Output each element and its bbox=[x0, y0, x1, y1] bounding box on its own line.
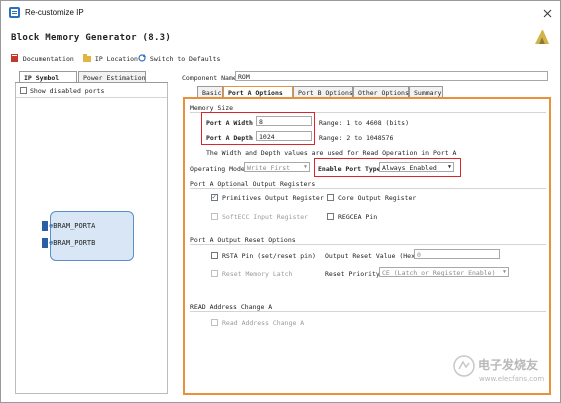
reset-priority-select[interactable]: CE (Latch or Register Enable) ▼ bbox=[379, 267, 509, 277]
output-reset-value-label: Output Reset Value (Hex) bbox=[325, 252, 419, 260]
regcea-pin-checkbox[interactable] bbox=[327, 213, 334, 220]
tab-other-options[interactable]: Other Options bbox=[353, 86, 409, 97]
read-address-change-checkbox[interactable] bbox=[211, 319, 218, 326]
rsta-pin-checkbox[interactable] bbox=[211, 252, 218, 259]
core-output-register-checkbox[interactable] bbox=[327, 194, 334, 201]
watermark: 电子发烧友 www.elecfans.com bbox=[453, 353, 553, 389]
chevron-down-icon: ▼ bbox=[303, 164, 307, 170]
softecc-input-register-label: SoftECC Input Register bbox=[222, 213, 309, 221]
port-a-label[interactable]: ⊕BRAM_PORTA bbox=[49, 222, 95, 230]
core-output-register-label: Core Output Register bbox=[338, 194, 417, 202]
operating-mode-select[interactable]: Write First ▼ bbox=[244, 162, 310, 172]
show-disabled-checkbox[interactable] bbox=[20, 87, 27, 94]
page-title: Block Memory Generator (8.3) bbox=[11, 33, 172, 43]
component-name-input[interactable]: ROM bbox=[235, 71, 548, 81]
operating-mode-label: Operating Mode bbox=[190, 165, 245, 173]
folder-icon bbox=[83, 54, 91, 62]
divider bbox=[190, 188, 546, 189]
memory-size-title: Memory Size bbox=[190, 104, 234, 112]
component-name-label: Component Name bbox=[182, 74, 237, 82]
port-b-bus-marker bbox=[42, 238, 48, 248]
chevron-down-icon: ▼ bbox=[502, 269, 506, 275]
read-address-change-label: Read Address Change A bbox=[222, 319, 305, 327]
port-a-depth-input[interactable]: 1024 bbox=[256, 131, 312, 141]
port-a-width-label: Port A Width bbox=[206, 119, 253, 127]
reset-priority-label: Reset Priority bbox=[325, 270, 380, 278]
divider bbox=[16, 97, 167, 98]
port-a-width-range: Range: 1 to 4608 (bits) bbox=[319, 119, 410, 127]
window-title: Re-customize IP bbox=[25, 8, 84, 17]
memory-size-note: The Width and Depth values are used for … bbox=[206, 149, 457, 157]
tab-ip-symbol[interactable]: IP Symbol bbox=[19, 71, 77, 82]
close-icon[interactable] bbox=[543, 9, 552, 18]
show-disabled-label: Show disabled ports bbox=[30, 87, 105, 95]
ip-symbol-block[interactable] bbox=[50, 211, 134, 261]
divider bbox=[190, 311, 546, 312]
documentation-button[interactable]: Documentation bbox=[11, 54, 74, 63]
reset-options-title: Port A Output Reset Options bbox=[190, 236, 296, 244]
watermark-logo-icon bbox=[453, 355, 475, 377]
read-address-change-title: READ Address Change A bbox=[190, 303, 273, 311]
app-icon bbox=[9, 7, 20, 18]
divider bbox=[190, 244, 546, 245]
watermark-url: www.elecfans.com bbox=[479, 375, 545, 383]
title-bar: Re-customize IP bbox=[1, 1, 560, 25]
rsta-pin-label: RSTA Pin (set/reset pin) bbox=[222, 252, 316, 260]
tab-power-estimation[interactable]: Power Estimation bbox=[78, 71, 146, 82]
refresh-icon bbox=[138, 54, 146, 62]
output-registers-title: Port A Optional Output Registers bbox=[190, 180, 316, 188]
port-a-depth-label: Port A Depth bbox=[206, 134, 253, 142]
ip-location-button[interactable]: IP Location bbox=[83, 54, 138, 63]
dialog-window: Re-customize IP Block Memory Generator (… bbox=[0, 0, 561, 403]
enable-port-type-select[interactable]: Always Enabled ▼ bbox=[379, 162, 454, 172]
softecc-input-register-checkbox[interactable] bbox=[211, 213, 218, 220]
output-reset-value-input[interactable]: 0 bbox=[414, 249, 500, 259]
xilinx-logo-icon bbox=[535, 30, 549, 44]
tab-port-b-options[interactable]: Port B Options bbox=[293, 86, 353, 97]
port-a-width-input[interactable]: 8 bbox=[256, 116, 312, 126]
chevron-down-icon: ▼ bbox=[447, 164, 451, 170]
reset-memory-latch-label: Reset Memory Latch bbox=[222, 270, 293, 278]
switch-defaults-button[interactable]: Switch to Defaults bbox=[138, 54, 220, 63]
tab-basic[interactable]: Basic bbox=[197, 86, 223, 97]
port-b-label[interactable]: ⊕BRAM_PORTB bbox=[49, 239, 95, 247]
reset-memory-latch-checkbox[interactable] bbox=[211, 270, 218, 277]
enable-port-type-label: Enable Port Type bbox=[318, 165, 381, 173]
port-a-depth-range: Range: 2 to 1048576 bbox=[319, 134, 394, 142]
ip-symbol-panel: Show disabled ports ⊕BRAM_PORTA ⊕BRAM_PO… bbox=[15, 83, 168, 394]
book-icon bbox=[11, 54, 18, 62]
watermark-text: 电子发烧友 bbox=[478, 358, 539, 372]
primitives-output-register-checkbox[interactable] bbox=[211, 193, 218, 201]
tab-port-a-options[interactable]: Port A Options bbox=[223, 86, 293, 97]
regcea-pin-label: REGCEA Pin bbox=[338, 213, 378, 221]
primitives-output-register-label: Primitives Output Register bbox=[222, 194, 324, 202]
tab-summary[interactable]: Summary bbox=[409, 86, 443, 97]
port-a-bus-marker bbox=[42, 221, 48, 231]
